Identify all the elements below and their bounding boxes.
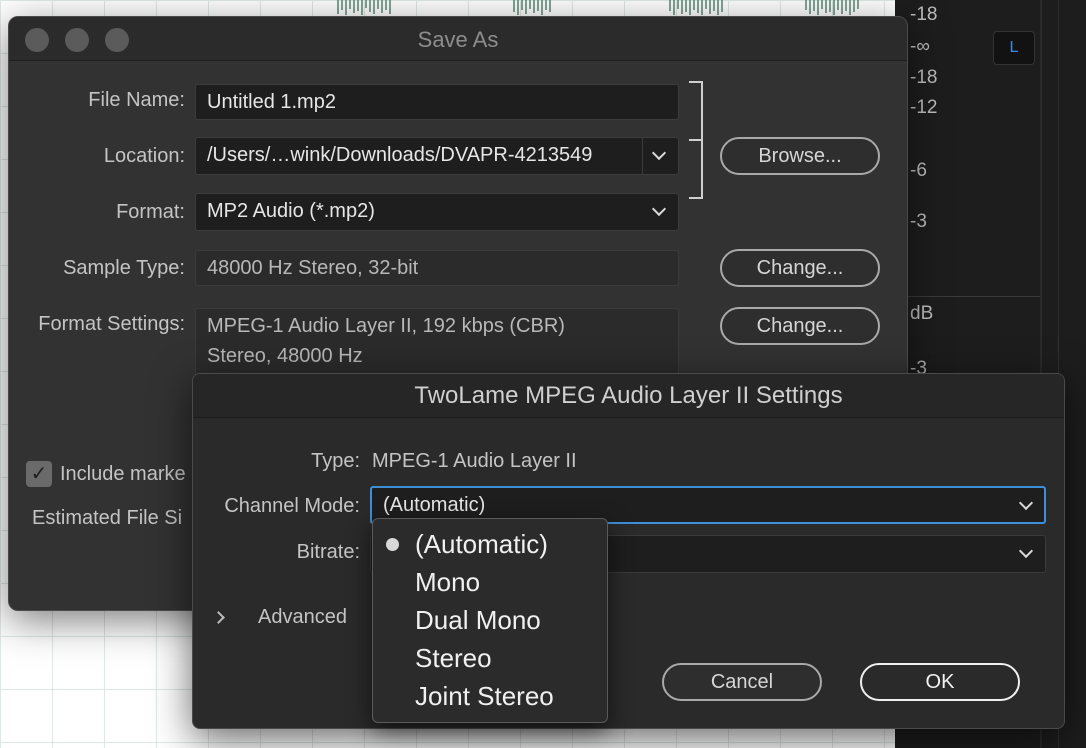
menu-item-label: Dual Mono (415, 605, 541, 635)
menu-item-label: Stereo (415, 643, 492, 673)
group-bracket (689, 139, 701, 141)
dialog-title: Save As (417, 27, 499, 52)
format-dropdown[interactable]: MP2 Audio (*.mp2) (195, 193, 679, 231)
meter-scale-label: -12 (910, 97, 938, 118)
meter-scale-label: -18 (910, 67, 938, 88)
channel-left-badge[interactable]: L (993, 31, 1035, 65)
meter-scale-label: -3 (910, 211, 927, 232)
format-settings-line: MPEG-1 Audio Layer II, 192 kbps (CBR) (207, 315, 565, 337)
format-settings-line: Stereo, 48000 Hz (207, 345, 363, 367)
type-label: Type: (311, 450, 360, 472)
estimated-file-size-label: Estimated File Si (32, 507, 183, 529)
location-dropdown-separator (642, 138, 643, 174)
sample-type-label: Sample Type: (63, 257, 185, 279)
twolame-titlebar: TwoLame MPEG Audio Layer II Settings (193, 374, 1064, 418)
menu-item-automatic[interactable]: (Automatic) (373, 525, 607, 563)
menu-item-label: (Automatic) (415, 529, 548, 559)
include-markers-checkbox[interactable]: ✓ (26, 461, 52, 487)
menu-item-stereo[interactable]: Stereo (373, 639, 607, 677)
meter-divider (895, 296, 1040, 297)
selected-dot-icon (386, 538, 399, 551)
meter-scale-label: -6 (910, 160, 927, 181)
file-name-input[interactable]: Untitled 1.mp2 (195, 84, 679, 120)
location-label: Location: (103, 145, 185, 167)
include-markers-label: Include marke (60, 463, 186, 485)
sample-type-change-button[interactable]: Change... (720, 249, 880, 287)
format-settings-change-button[interactable]: Change... (720, 307, 880, 345)
save-as-titlebar: Save As (9, 17, 907, 61)
channel-mode-value: (Automatic) (383, 494, 486, 516)
meter-unit-label: dB (910, 303, 934, 324)
sample-type-value: 48000 Hz Stereo, 32-bit (195, 250, 679, 286)
format-value: MP2 Audio (*.mp2) (207, 200, 375, 222)
meter-scale-label: -∞ (910, 36, 930, 57)
cancel-button[interactable]: Cancel (662, 663, 822, 701)
channel-mode-menu: (Automatic) Mono Dual Mono Stereo Joint … (372, 518, 608, 723)
channel-mode-label: Channel Mode: (224, 495, 360, 517)
type-value: MPEG-1 Audio Layer II (372, 450, 577, 472)
menu-item-joint-stereo[interactable]: Joint Stereo (373, 677, 607, 715)
menu-item-label: Joint Stereo (415, 681, 554, 711)
file-name-label: File Name: (88, 89, 185, 111)
waveform-strip (337, 0, 859, 15)
location-dropdown[interactable]: /Users/…wink/Downloads/DVAPR-4213549 (195, 137, 679, 175)
meter-scale-label: -18 (910, 4, 938, 25)
bitrate-label: Bitrate: (296, 541, 360, 563)
menu-item-dual-mono[interactable]: Dual Mono (373, 601, 607, 639)
format-settings-value: MPEG-1 Audio Layer II, 192 kbps (CBR) St… (195, 308, 679, 378)
ok-button[interactable]: OK (860, 663, 1020, 701)
location-value: /Users/…wink/Downloads/DVAPR-4213549 (207, 144, 593, 166)
format-label: Format: (116, 201, 185, 223)
menu-item-label: Mono (415, 567, 481, 597)
browse-button[interactable]: Browse... (720, 137, 880, 175)
menu-item-mono[interactable]: Mono (373, 563, 607, 601)
dialog-title: TwoLame MPEG Audio Layer II Settings (414, 382, 843, 409)
advanced-label[interactable]: Advanced (258, 606, 347, 629)
format-settings-label: Format Settings: (38, 313, 185, 335)
